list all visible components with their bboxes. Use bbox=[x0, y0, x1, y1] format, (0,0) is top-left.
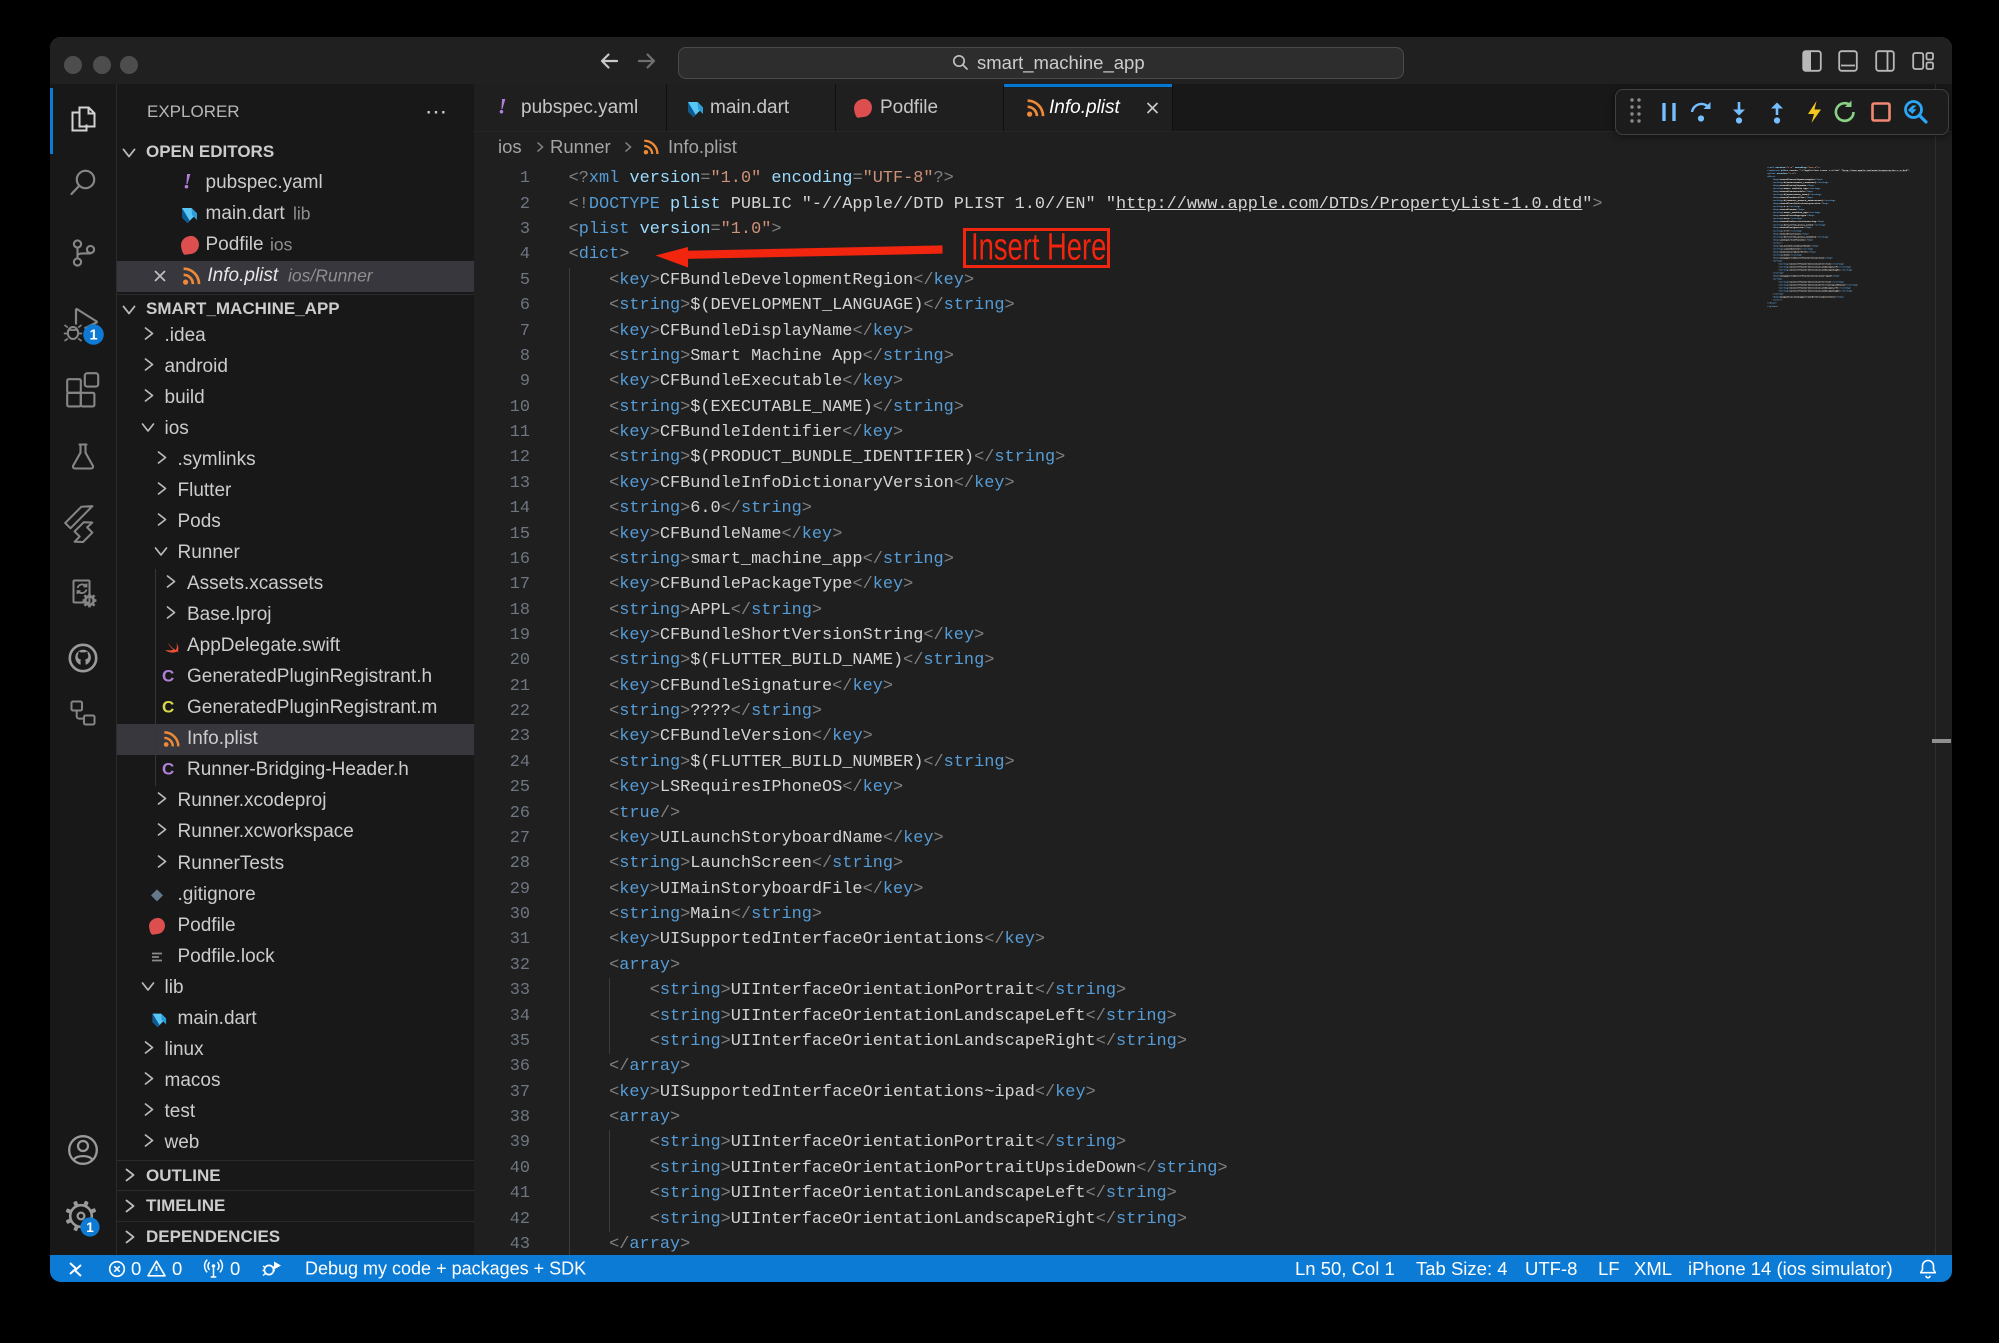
svg-text:1: 1 bbox=[86, 1220, 94, 1235]
svg-text:1: 1 bbox=[89, 327, 97, 343]
